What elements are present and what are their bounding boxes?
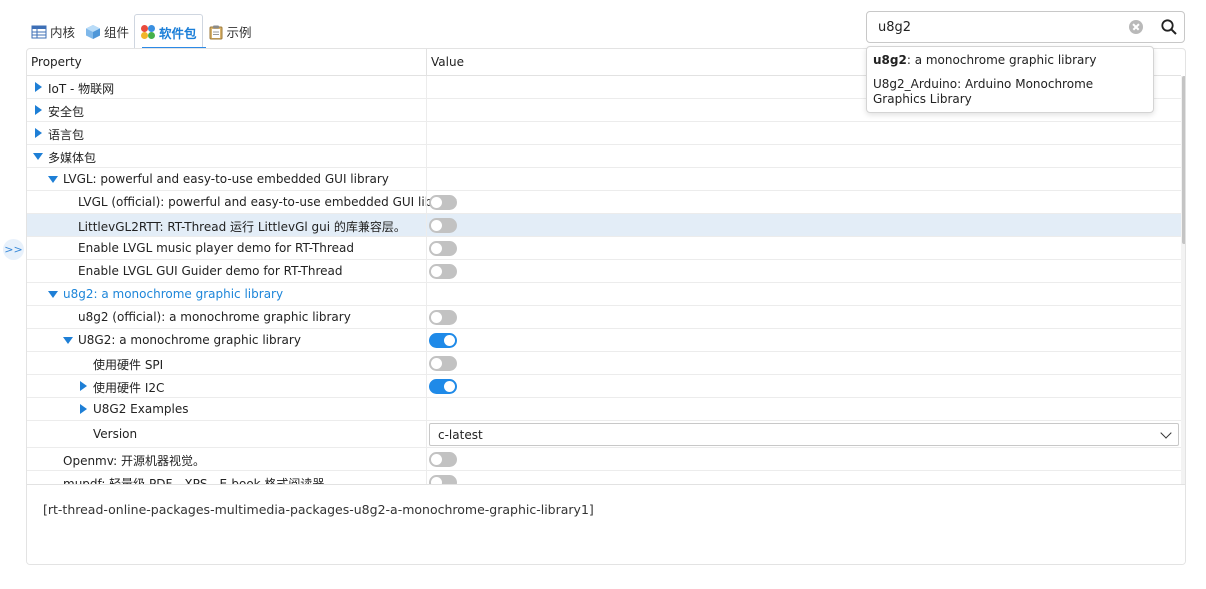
tab-packages[interactable]: 软件包	[134, 14, 203, 49]
expand-arrow-icon[interactable]	[80, 404, 87, 414]
expand-arrow-icon[interactable]	[35, 128, 42, 138]
row-label: Enable LVGL GUI Guider demo for RT-Threa…	[78, 264, 343, 278]
chevron-down-icon	[1160, 427, 1172, 439]
row-label: u8g2: a monochrome graphic library	[63, 287, 284, 301]
table-icon	[31, 24, 47, 40]
toggle-switch[interactable]	[429, 356, 457, 371]
collapse-arrow-icon[interactable]	[48, 176, 58, 183]
table-row[interactable]: LVGL (official): powerful and easy-to-us…	[27, 191, 1181, 214]
row-label: U8G2: a monochrome graphic library	[78, 333, 301, 347]
table-row[interactable]: Version c-latest	[27, 421, 1181, 448]
toggle-switch[interactable]	[429, 241, 457, 256]
row-label: Enable LVGL music player demo for RT-Thr…	[78, 241, 354, 255]
row-label: 多媒体包	[48, 151, 97, 165]
row-label: LVGL (official): powerful and easy-to-us…	[78, 195, 457, 209]
collapse-arrow-icon[interactable]	[33, 153, 43, 160]
tab-bar: 内核 组件 软件包 示例	[26, 12, 257, 49]
table-row[interactable]: LVGL: powerful and easy-to-use embedded …	[27, 168, 1181, 191]
cube-icon	[85, 24, 101, 40]
search-suggestions: u8g2: a monochrome graphic library U8g2_…	[866, 46, 1154, 113]
table-row[interactable]: U8G2: a monochrome graphic library	[27, 329, 1181, 352]
table-row[interactable]: Openmv: 开源机器视觉。	[27, 448, 1181, 471]
toggle-switch[interactable]	[429, 195, 457, 210]
toggle-switch[interactable]	[429, 310, 457, 325]
table-row[interactable]: 语言包	[27, 122, 1181, 145]
tab-components[interactable]: 组件	[80, 14, 134, 49]
table-row[interactable]: u8g2: a monochrome graphic library	[27, 283, 1181, 306]
suggestion-item[interactable]: u8g2: a monochrome graphic library	[873, 53, 1147, 68]
expand-arrow-icon[interactable]	[35, 105, 42, 115]
row-label: 使用硬件 I2C	[93, 381, 165, 395]
table-row[interactable]: Enable LVGL music player demo for RT-Thr…	[27, 237, 1181, 260]
suggestion-rest: : a monochrome graphic library	[906, 53, 1097, 67]
version-select[interactable]: c-latest	[429, 423, 1179, 446]
tab-kernel-label: 内核	[50, 25, 76, 40]
column-divider[interactable]	[426, 49, 427, 76]
toggle-switch[interactable]	[429, 333, 457, 348]
row-label: Version	[93, 427, 138, 441]
clipboard-icon	[208, 24, 224, 40]
table-row[interactable]: u8g2 (official): a monochrome graphic li…	[27, 306, 1181, 329]
search-box	[866, 11, 1185, 43]
tab-kernel[interactable]: 内核	[26, 14, 80, 49]
toggle-switch[interactable]	[429, 379, 457, 394]
expand-sidebar-button[interactable]: >>	[3, 239, 24, 260]
row-label: 安全包	[48, 105, 85, 119]
description-panel: [rt-thread-online-packages-multimedia-pa…	[27, 484, 1185, 564]
column-property: Property	[31, 55, 82, 69]
table-row[interactable]: 使用硬件 SPI	[27, 352, 1181, 375]
row-label: LVGL: powerful and easy-to-use embedded …	[63, 172, 389, 186]
suggestion-match: u8g2	[873, 53, 907, 67]
row-label: IoT - 物联网	[48, 82, 115, 96]
table-row[interactable]: U8G2 Examples	[27, 398, 1181, 421]
grid-rows: IoT - 物联网 安全包 语言包 多媒体包 LVGL: powerful an…	[27, 76, 1181, 484]
table-row[interactable]: mupdf: 轻量级 PDF、XPS、E-book 格式阅读器	[27, 471, 1181, 484]
table-row[interactable]: 使用硬件 I2C	[27, 375, 1181, 398]
row-label: Openmv: 开源机器视觉。	[63, 454, 206, 468]
package-icon	[140, 24, 156, 40]
toggle-switch[interactable]	[429, 264, 457, 279]
tab-components-label: 组件	[104, 25, 130, 40]
row-label: U8G2 Examples	[93, 402, 189, 416]
tab-packages-label: 软件包	[159, 25, 197, 41]
search-input[interactable]	[878, 19, 1118, 35]
row-label: 使用硬件 SPI	[93, 358, 164, 372]
row-label: mupdf: 轻量级 PDF、XPS、E-book 格式阅读器	[63, 477, 325, 484]
expand-arrow-icon[interactable]	[80, 381, 87, 391]
search-icon[interactable]	[1160, 18, 1178, 36]
toggle-switch[interactable]	[429, 475, 457, 484]
toggle-switch[interactable]	[429, 218, 457, 233]
tab-examples[interactable]: 示例	[203, 14, 257, 49]
scrollbar-thumb[interactable]	[1182, 76, 1185, 244]
collapse-arrow-icon[interactable]	[63, 337, 73, 344]
expand-arrow-icon[interactable]	[35, 82, 42, 92]
toggle-switch[interactable]	[429, 452, 457, 467]
clear-icon[interactable]	[1129, 20, 1143, 34]
table-row[interactable]: LittlevGL2RTT: RT-Thread 运行 LittlevGl gu…	[27, 214, 1181, 237]
property-grid: Property Value IoT - 物联网 安全包 语言包 多媒体包 LV…	[26, 48, 1186, 565]
row-label: 语言包	[48, 128, 85, 142]
row-label: LittlevGL2RTT: RT-Thread 运行 LittlevGl gu…	[78, 220, 406, 234]
collapse-arrow-icon[interactable]	[48, 291, 58, 298]
table-row[interactable]: Enable LVGL GUI Guider demo for RT-Threa…	[27, 260, 1181, 283]
description-text: [rt-thread-online-packages-multimedia-pa…	[43, 502, 594, 517]
version-value: c-latest	[438, 428, 483, 442]
column-value: Value	[431, 55, 464, 69]
tab-examples-label: 示例	[226, 25, 252, 40]
suggestion-item[interactable]: U8g2_Arduino: Arduino Monochrome Graphic…	[873, 77, 1147, 107]
row-label: u8g2 (official): a monochrome graphic li…	[78, 310, 351, 324]
table-row[interactable]: 多媒体包	[27, 145, 1181, 168]
